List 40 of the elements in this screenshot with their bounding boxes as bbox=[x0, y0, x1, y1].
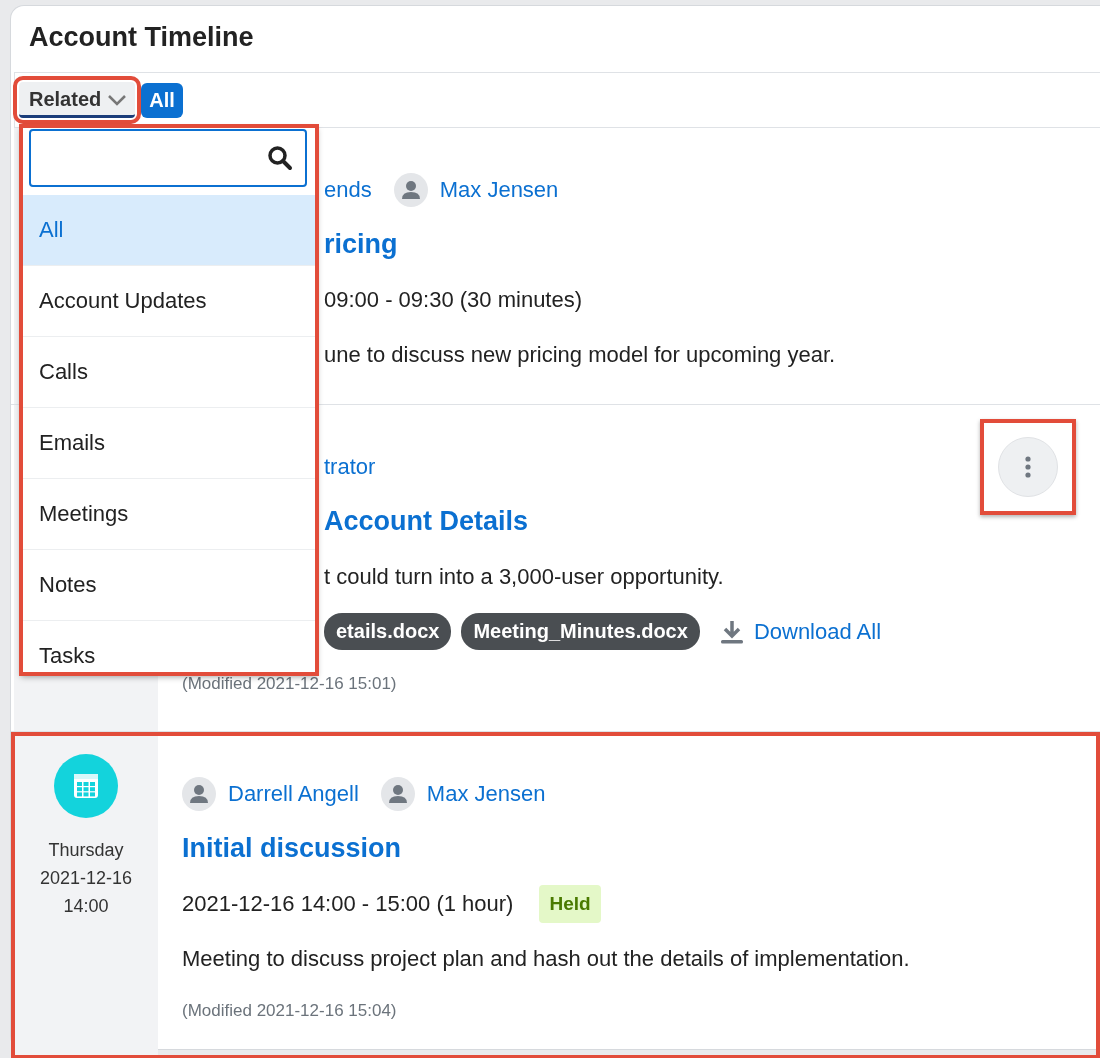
download-all-link[interactable]: Download All bbox=[753, 618, 882, 645]
panel-title: Account Timeline bbox=[29, 22, 254, 52]
modified-date: (Modified 2021-12-16 15:01) bbox=[182, 674, 397, 694]
avatar-icon bbox=[393, 172, 428, 207]
entry-description: Meeting to discuss project plan and hash out the details of implementation. bbox=[182, 945, 910, 972]
person-link[interactable]: Darrell Angell bbox=[228, 780, 359, 807]
person-link[interactable]: Max Jensen bbox=[439, 176, 559, 203]
vertical-dots-icon bbox=[1025, 455, 1031, 478]
avatar-icon bbox=[380, 776, 415, 811]
person-link[interactable]: ends bbox=[324, 176, 372, 203]
entry-title-link[interactable]: Initial discussion bbox=[182, 833, 402, 864]
entry-day: Thursday bbox=[48, 836, 124, 864]
menu-item[interactable]: Account Updates bbox=[21, 266, 317, 337]
filter-chip[interactable]: All bbox=[141, 82, 183, 118]
search-field[interactable] bbox=[29, 129, 307, 187]
entry-time: 14:00 bbox=[63, 895, 109, 918]
download-icon bbox=[719, 618, 744, 645]
person-link[interactable]: trator bbox=[324, 453, 376, 480]
attachment-chip[interactable]: etails.docx bbox=[324, 613, 452, 650]
chevron-down-icon bbox=[107, 93, 128, 106]
status-badge: Held bbox=[539, 884, 601, 923]
entry-title-link[interactable]: Account Details bbox=[324, 506, 529, 537]
meeting-time: 09:00 - 09:30 (30 minutes) bbox=[324, 286, 583, 313]
entry-title-link[interactable]: ricing bbox=[324, 229, 398, 260]
entry-date: 2021-12-16 bbox=[39, 867, 133, 890]
menu-item[interactable]: Notes bbox=[21, 550, 317, 621]
person-link[interactable]: Max Jensen bbox=[426, 780, 546, 807]
menu-item[interactable]: Emails bbox=[21, 408, 317, 479]
meeting-time: 2021-12-16 14:00 - 15:00 (1 hour) bbox=[182, 890, 514, 917]
search-icon bbox=[267, 145, 293, 171]
attachment-chip[interactable]: Meeting_Minutes.docx bbox=[461, 613, 700, 650]
modified-date: (Modified 2021-12-16 15:04) bbox=[182, 1001, 397, 1021]
entry-description: t could turn into a 3,000-user opportunity. bbox=[324, 563, 724, 590]
menu-item[interactable]: Calls bbox=[21, 337, 317, 408]
entry-description: une to discuss new pricing model for upcoming year. bbox=[324, 341, 836, 368]
menu-item[interactable]: Tasks bbox=[21, 621, 317, 674]
menu-item[interactable]: Meetings bbox=[21, 479, 317, 550]
menu-item[interactable]: All bbox=[21, 195, 317, 266]
avatar-icon bbox=[182, 776, 216, 811]
calendar-icon bbox=[54, 754, 118, 818]
